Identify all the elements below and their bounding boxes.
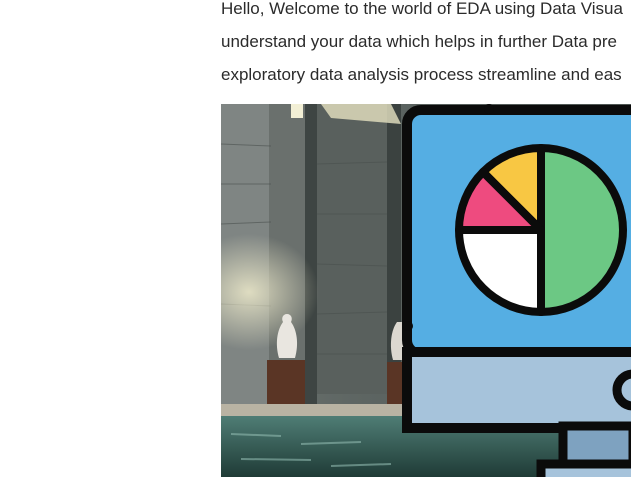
- intro-line-2: understand your data which helps in furt…: [221, 32, 617, 51]
- hero-image: [221, 104, 631, 477]
- intro-line-3: exploratory data analysis process stream…: [221, 65, 622, 84]
- intro-line-1: Hello, Welcome to the world of EDA using…: [221, 0, 623, 18]
- monitor-icon: [402, 104, 631, 477]
- intro-text: Hello, Welcome to the world of EDA using…: [221, 0, 631, 91]
- pie-chart-icon: [454, 143, 627, 316]
